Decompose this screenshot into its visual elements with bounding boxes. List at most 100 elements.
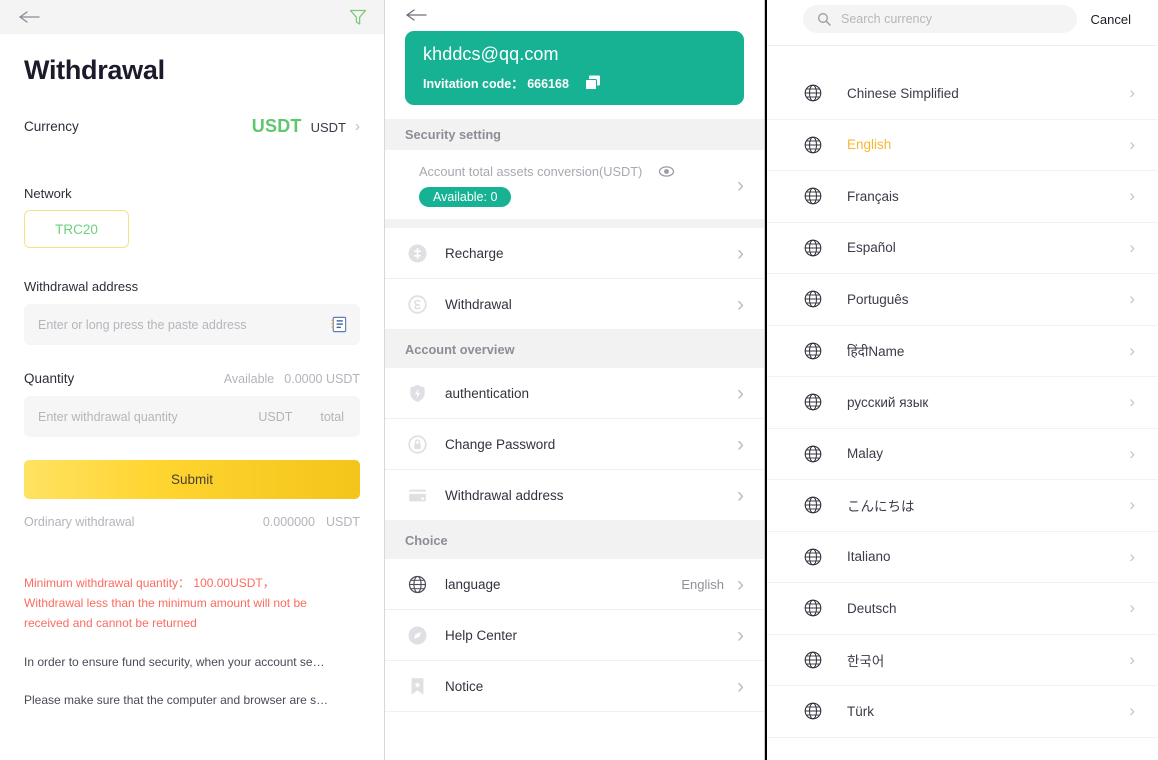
- language-item-italiano[interactable]: Italiano ›: [767, 532, 1157, 583]
- three-panel-screenshot: Withdrawal Currency USDT USDT › Network …: [0, 0, 1158, 760]
- quantity-total-button[interactable]: total: [292, 410, 344, 424]
- menu-item-label: Notice: [445, 678, 484, 694]
- quantity-placeholder: Enter withdrawal quantity: [38, 409, 178, 424]
- account-menu: Recharge › Withdrawal › Account overview: [385, 228, 764, 712]
- group-header-account-overview: Account overview: [385, 330, 764, 368]
- back-arrow-icon[interactable]: [403, 5, 429, 25]
- globe-icon: [803, 444, 823, 464]
- language-item-deutsch[interactable]: Deutsch ›: [767, 583, 1157, 635]
- menu-item-label: Help Center: [445, 627, 518, 643]
- list-top-spacer: [767, 46, 1157, 68]
- profile-email: khddcs@qq.com: [423, 44, 559, 64]
- language-item-francais[interactable]: Français ›: [767, 171, 1157, 223]
- menu-item-label: Change Password: [445, 436, 556, 452]
- language-item-turk[interactable]: Türk ›: [767, 686, 1157, 738]
- security-note-2: Please make sure that the computer and b…: [24, 693, 329, 707]
- network-label: Network: [24, 186, 72, 201]
- address-book-icon[interactable]: [329, 315, 348, 334]
- globe-icon: [803, 341, 823, 361]
- back-arrow-icon[interactable]: [16, 7, 42, 27]
- security-setting-header: Security setting: [385, 119, 764, 150]
- language-item-label: こんにちは: [847, 499, 915, 515]
- compass-icon: [407, 625, 428, 646]
- search-input[interactable]: Search currency: [803, 5, 1077, 33]
- language-item-label: Português: [847, 291, 909, 307]
- assets-title: Account total assets conversion(USDT): [419, 164, 643, 179]
- globe-icon: [803, 598, 823, 618]
- chevron-right-icon: ›: [1129, 83, 1135, 103]
- card-icon: [407, 485, 428, 506]
- menu-item-withdrawal[interactable]: Withdrawal ›: [385, 279, 764, 330]
- chevron-right-icon: ›: [1129, 495, 1135, 515]
- language-list[interactable]: Chinese Simplified › English › Français …: [767, 46, 1157, 760]
- globe-icon: [803, 495, 823, 515]
- language-item-chinese-simplified[interactable]: Chinese Simplified ›: [767, 68, 1157, 120]
- available-balance: Available 0.0000 USDT: [224, 372, 360, 386]
- chevron-right-icon: ›: [1129, 701, 1135, 721]
- ordinary-withdrawal-value: 0.000000: [262, 515, 315, 529]
- language-item-label: Malay: [847, 446, 884, 462]
- ordinary-withdrawal-value-group: 0.000000 USDT: [263, 515, 360, 529]
- submit-button[interactable]: Submit: [24, 460, 360, 499]
- withdrawal-body: Withdrawal Currency USDT USDT › Network …: [0, 55, 384, 709]
- ordinary-withdrawal-row: Ordinary withdrawal 0.000000 USDT: [24, 515, 360, 529]
- menu-item-change-password[interactable]: Change Password ›: [385, 419, 764, 470]
- language-item-label: Deutsch: [847, 600, 897, 616]
- globe-icon: [803, 135, 823, 155]
- network-chip-trc20[interactable]: TRC20: [24, 210, 129, 248]
- menu-item-label: language: [445, 576, 501, 592]
- recharge-coin-icon: [407, 243, 428, 264]
- currency-selector-row[interactable]: Currency USDT USDT ›: [24, 116, 360, 137]
- language-item-japanese[interactable]: こんにちは ›: [767, 480, 1157, 532]
- language-item-malay[interactable]: Malay ›: [767, 429, 1157, 480]
- language-item-label: Chinese Simplified: [847, 85, 959, 101]
- language-item-label: English: [847, 137, 892, 153]
- chevron-right-icon: ›: [1129, 186, 1135, 206]
- assets-summary-row[interactable]: Account total assets conversion(USDT) Av…: [385, 150, 764, 219]
- chevron-right-icon: ›: [1129, 649, 1135, 669]
- assets-title-row: Account total assets conversion(USDT): [419, 164, 675, 179]
- quantity-unit: USDT: [258, 409, 293, 424]
- filter-icon[interactable]: [348, 7, 368, 27]
- cancel-button[interactable]: Cancel: [1091, 12, 1139, 27]
- language-item-label: हिंदीName: [847, 343, 905, 359]
- menu-item-value-language: English: [681, 576, 724, 592]
- language-item-hindi[interactable]: हिंदीName ›: [767, 326, 1157, 377]
- account-topbar: [385, 0, 764, 26]
- available-balance-badge: Available: 0: [419, 187, 512, 207]
- withdrawal-topbar: [0, 0, 384, 34]
- globe-icon: [803, 650, 823, 670]
- language-item-korean[interactable]: 한국어 ›: [767, 635, 1157, 686]
- menu-item-help-center[interactable]: Help Center ›: [385, 610, 764, 661]
- menu-item-label: authentication: [445, 385, 530, 401]
- search-icon: [817, 12, 831, 26]
- currency-value-group: USDT USDT ›: [252, 116, 360, 137]
- globe-icon: [803, 392, 823, 412]
- menu-item-authentication[interactable]: authentication ›: [385, 368, 764, 419]
- chevron-right-icon: ›: [1129, 598, 1135, 618]
- globe-icon: [803, 289, 823, 309]
- copy-icon[interactable]: [583, 74, 603, 92]
- withdrawal-address-input[interactable]: Enter or long press the paste address: [24, 304, 360, 345]
- language-item-russian[interactable]: русский язык ›: [767, 377, 1157, 429]
- language-item-english[interactable]: English ›: [767, 120, 1157, 171]
- menu-item-label: Withdrawal address: [445, 487, 564, 503]
- bookmark-star-icon: [407, 676, 428, 697]
- quantity-input[interactable]: Enter withdrawal quantity USDT total: [24, 396, 360, 437]
- language-item-portugues[interactable]: Português ›: [767, 274, 1157, 326]
- language-item-espanol[interactable]: Español ›: [767, 223, 1157, 274]
- menu-item-label: Withdrawal: [445, 296, 512, 312]
- chevron-right-icon: ›: [1129, 237, 1135, 257]
- assets-left-group: Account total assets conversion(USDT) Av…: [419, 164, 675, 207]
- invitation-text: Invitation code： 666168: [423, 73, 569, 92]
- menu-item-recharge[interactable]: Recharge ›: [385, 228, 764, 279]
- menu-item-withdrawal-address[interactable]: Withdrawal address ›: [385, 470, 764, 521]
- chevron-right-icon: ›: [737, 572, 744, 596]
- menu-item-notice[interactable]: Notice ›: [385, 661, 764, 712]
- menu-item-language[interactable]: language English ›: [385, 559, 764, 610]
- globe-icon: [803, 83, 823, 103]
- globe-icon: [803, 547, 823, 567]
- eye-icon[interactable]: [658, 165, 675, 178]
- chevron-right-icon: ›: [355, 118, 360, 135]
- search-placeholder: Search currency: [841, 12, 933, 26]
